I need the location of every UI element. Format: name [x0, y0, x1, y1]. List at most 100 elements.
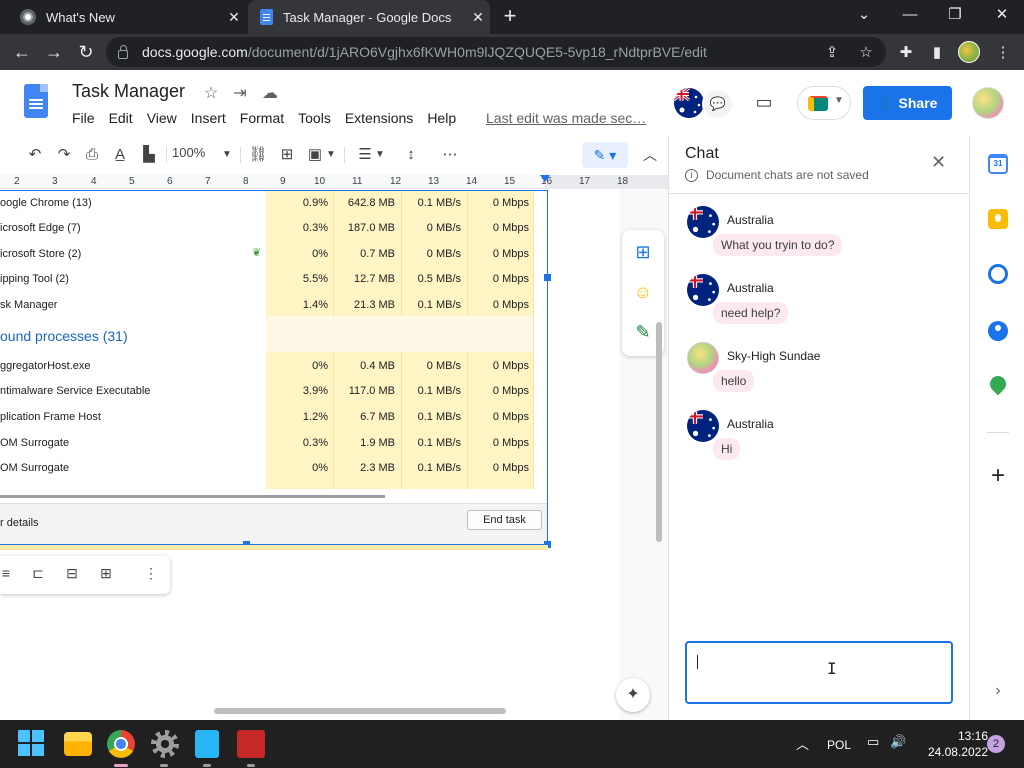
menu-format[interactable]: Format	[240, 110, 284, 126]
show-chat-icon[interactable]: 💬	[702, 88, 734, 120]
file-explorer-icon[interactable]	[64, 732, 92, 756]
align-icon[interactable]: ☰	[354, 143, 376, 167]
account-avatar[interactable]	[972, 87, 1004, 119]
tab-title: Task Manager - Google Docs	[283, 9, 452, 25]
profile-avatar[interactable]	[958, 41, 980, 63]
comment-history-icon[interactable]: ▭	[752, 92, 776, 116]
chevron-right-icon[interactable]: ›	[988, 682, 1008, 700]
notification-badge[interactable]: 2	[987, 735, 1005, 753]
chrome-menu-icon[interactable]: ⋮	[992, 42, 1014, 64]
chevron-down-icon[interactable]: ▼	[325, 143, 337, 167]
suggest-edits-icon[interactable]: ✎	[632, 322, 654, 344]
document-title[interactable]: Task Manager	[72, 81, 185, 102]
contacts-icon[interactable]	[988, 321, 1008, 341]
document-canvas[interactable]: oogle Chrome (13) 0.9% 642.8 MB 0.1 MB/s…	[0, 190, 668, 720]
right-indent-marker[interactable]	[540, 175, 550, 182]
document-page[interactable]: oogle Chrome (13) 0.9% 642.8 MB 0.1 MB/s…	[0, 190, 620, 720]
menu-extensions[interactable]: Extensions	[345, 110, 413, 126]
add-comment-icon[interactable]: ⊞	[276, 143, 298, 167]
start-icon[interactable]	[18, 730, 46, 758]
lock-icon[interactable]	[118, 44, 128, 59]
chat-message-input[interactable]: I	[685, 641, 953, 704]
move-folder-icon[interactable]: ⇥	[230, 83, 250, 103]
chevron-up-icon[interactable]: ︿	[640, 145, 660, 165]
menu-insert[interactable]: Insert	[191, 110, 226, 126]
address-bar[interactable]: docs.google.com/document/d/1jARO6Vgjhx6f…	[106, 37, 886, 67]
task-manager-screenshot-image[interactable]: oogle Chrome (13) 0.9% 642.8 MB 0.1 MB/s…	[0, 190, 548, 545]
explore-icon[interactable]: ✦	[616, 678, 650, 712]
extensions-icon[interactable]: ✚	[895, 42, 917, 64]
in-line-icon[interactable]: ⊟	[62, 565, 82, 585]
divider	[987, 432, 1009, 433]
print-icon[interactable]: ⎙	[81, 143, 103, 167]
menu-help[interactable]: Help	[427, 110, 456, 126]
docs-logo-icon[interactable]	[24, 84, 48, 118]
bookmark-star-icon[interactable]: ☆	[856, 43, 876, 63]
meet-button[interactable]: ▼	[797, 86, 851, 120]
tasks-icon[interactable]	[988, 264, 1008, 284]
last-edit-link[interactable]: Last edit was made sec…	[486, 110, 646, 126]
close-icon[interactable]: ✕	[222, 9, 246, 26]
tab-whats-new[interactable]: What's New ✕	[8, 0, 246, 34]
menu-file[interactable]: File	[72, 110, 95, 126]
menu-edit[interactable]: Edit	[109, 110, 133, 126]
keep-icon[interactable]	[988, 209, 1008, 229]
vertical-scrollbar[interactable]	[656, 322, 662, 542]
close-icon[interactable]: ✕	[466, 9, 490, 26]
chevron-down-icon[interactable]: ▼	[220, 143, 234, 167]
input-language[interactable]: POL	[827, 738, 851, 752]
reload-icon[interactable]: ↻	[74, 40, 98, 64]
add-comment-icon[interactable]: ⊞	[632, 242, 654, 264]
side-panel-icon[interactable]: ▮	[926, 42, 948, 64]
chevron-down-icon[interactable]: ▼	[374, 143, 386, 167]
tab-task-manager-docs[interactable]: Task Manager - Google Docs ✕	[248, 0, 490, 34]
notepad-icon[interactable]	[195, 730, 219, 758]
menu-view[interactable]: View	[147, 110, 177, 126]
share-page-icon[interactable]: ⇪	[822, 43, 842, 63]
maps-icon[interactable]	[986, 372, 1010, 396]
more-options-icon[interactable]: ⋯	[439, 143, 461, 167]
paint-format-icon[interactable]: ▙	[138, 143, 160, 167]
minimize-button[interactable]: —	[890, 4, 930, 28]
clock[interactable]: 13:16 24.08.2022	[916, 728, 988, 760]
close-icon[interactable]: ✕	[931, 152, 946, 173]
editing-mode-button[interactable]: ✎ ▾	[582, 142, 628, 168]
restore-button[interactable]: ❐	[935, 4, 975, 28]
link-icon[interactable]: ⛓	[247, 143, 269, 167]
back-icon[interactable]: ←	[10, 40, 34, 64]
forward-icon[interactable]: →	[42, 40, 66, 64]
divider	[669, 193, 969, 194]
cloud-status-icon[interactable]: ☁	[260, 83, 280, 103]
new-tab-button[interactable]: +	[498, 5, 522, 29]
microsoft-store-icon[interactable]	[237, 730, 265, 758]
undo-icon[interactable]: ↶	[24, 143, 46, 167]
window-close-button[interactable]: ✕	[982, 4, 1022, 28]
horizontal-scrollbar[interactable]	[214, 708, 506, 714]
more-options-icon[interactable]: ⋮	[141, 565, 161, 585]
collaborator-avatar-australia[interactable]	[674, 88, 704, 118]
share-button[interactable]: 👤 Share	[863, 86, 952, 120]
zoom-select[interactable]: 100%	[172, 145, 205, 160]
chat-message: Australia Hi	[687, 410, 957, 470]
spellcheck-icon[interactable]: A̲	[109, 143, 131, 167]
emoji-reaction-icon[interactable]: ☺	[632, 282, 654, 304]
wrap-text-icon[interactable]: ≡	[0, 565, 16, 585]
show-hidden-icons-chevron-icon[interactable]: ︿	[796, 734, 809, 753]
resize-handle[interactable]	[544, 274, 551, 281]
get-addons-icon[interactable]: +	[986, 462, 1010, 490]
break-text-icon[interactable]: ⊏	[28, 565, 48, 585]
star-icon[interactable]: ☆	[201, 83, 221, 103]
settings-gear-icon[interactable]	[151, 730, 179, 758]
network-icon[interactable]: ▭	[867, 734, 879, 750]
group-header-band	[266, 316, 534, 352]
chrome-taskbar-icon[interactable]	[107, 730, 135, 758]
fewer-details-label: r details	[0, 517, 39, 529]
menu-tools[interactable]: Tools	[298, 110, 331, 126]
volume-icon[interactable]: 🔊	[890, 734, 906, 750]
line-spacing-icon[interactable]: ↕	[400, 143, 422, 167]
calendar-icon[interactable]: 31	[988, 154, 1008, 174]
tab-search-icon[interactable]: ⌄	[844, 4, 884, 28]
insert-image-icon[interactable]: ▣	[304, 143, 326, 167]
behind-text-icon[interactable]: ⊞	[96, 565, 116, 585]
redo-icon[interactable]: ↷	[53, 143, 75, 167]
